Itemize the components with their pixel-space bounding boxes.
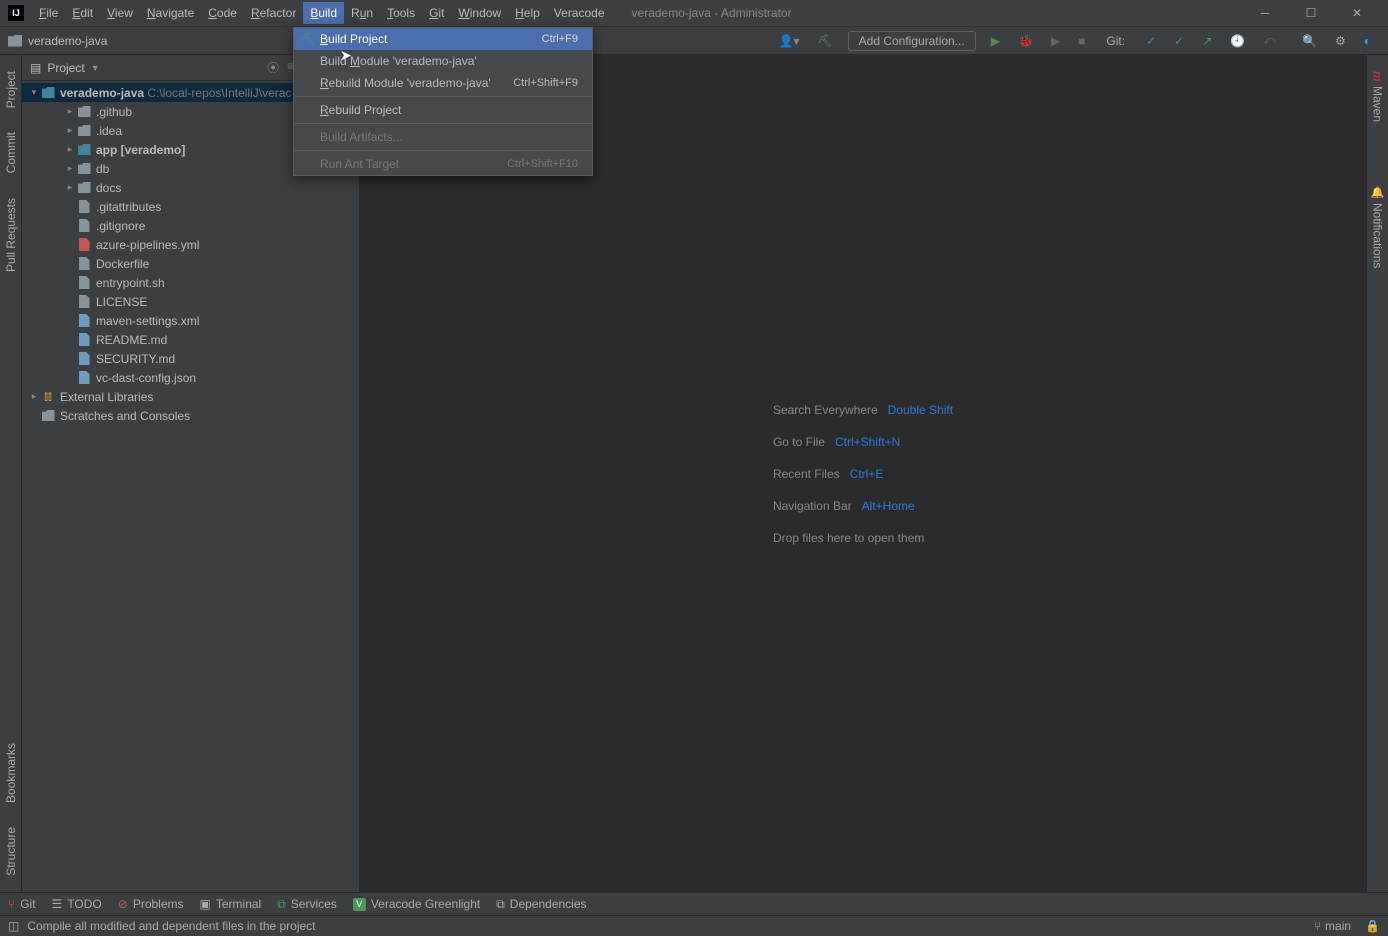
- tool-tab-todo[interactable]: ☰TODO: [52, 897, 102, 911]
- minimize-button[interactable]: ─: [1242, 0, 1288, 27]
- git-label: Git:: [1098, 31, 1133, 51]
- menu-item-rebuild-project[interactable]: Rebuild Project: [294, 99, 592, 121]
- tree-row[interactable]: vc-dast-config.json: [22, 368, 359, 387]
- stop-button[interactable]: ■: [1070, 31, 1093, 51]
- gutter-tab-notifications[interactable]: 🔔 Notifications: [1369, 178, 1387, 277]
- window-controls: ─ ☐ ✕: [1242, 0, 1380, 27]
- project-tree[interactable]: ▾verademo-java C:\local-repos\IntelliJ\v…: [22, 81, 359, 892]
- menu-help[interactable]: Help: [508, 2, 547, 24]
- tree-row[interactable]: Scratches and Consoles: [22, 406, 359, 425]
- tree-row[interactable]: LICENSE: [22, 292, 359, 311]
- right-gutter: m Maven 🔔 Notifications: [1366, 55, 1388, 892]
- tree-row[interactable]: .gitattributes: [22, 197, 359, 216]
- tree-row[interactable]: entrypoint.sh: [22, 273, 359, 292]
- project-panel-title[interactable]: ▤ Project ▼: [30, 61, 100, 75]
- status-window-icon[interactable]: ◫: [8, 919, 19, 933]
- editor-hint: Drop files here to open them: [773, 531, 953, 545]
- titlebar: IJ FileEditViewNavigateCodeRefactorBuild…: [0, 0, 1388, 27]
- tool-tab-git[interactable]: ⑂Git: [8, 897, 36, 911]
- tool-tab-veracode-greenlight[interactable]: VVeracode Greenlight: [353, 897, 480, 911]
- tree-row[interactable]: .gitignore: [22, 216, 359, 235]
- tree-row[interactable]: Dockerfile: [22, 254, 359, 273]
- chevron-down-icon: ▼: [91, 63, 100, 73]
- lock-icon[interactable]: 🔒: [1365, 919, 1380, 933]
- build-menu-dropdown: ⛏Build ProjectCtrl+F9Build Module 'verad…: [293, 27, 593, 176]
- statusbar: ◫ Compile all modified and dependent fil…: [0, 915, 1388, 936]
- bottom-tool-tabs: ⑂Git ☰TODO ⊘Problems ▣Terminal ⧉Services…: [0, 892, 1388, 915]
- menu-item-build-module-verademo-java-[interactable]: Build Module 'verademo-java': [294, 50, 592, 72]
- menu-veracode[interactable]: Veracode: [547, 2, 612, 24]
- commit-button[interactable]: ✓: [1166, 31, 1192, 51]
- project-title-icon: ▤: [30, 61, 41, 75]
- menu-refactor[interactable]: Refactor: [244, 2, 303, 24]
- app-icon: IJ: [8, 5, 24, 21]
- code-with-me-button[interactable]: 👤▾: [770, 31, 807, 51]
- tool-tab-dependencies[interactable]: ⧉Dependencies: [496, 897, 586, 912]
- tree-row[interactable]: ▸⫾⫾External Libraries: [22, 387, 359, 406]
- menu-navigate[interactable]: Navigate: [140, 2, 201, 24]
- history-button[interactable]: 🕘: [1222, 31, 1253, 51]
- menu-item-rebuild-module-verademo-java-[interactable]: Rebuild Module 'verademo-java'Ctrl+Shift…: [294, 72, 592, 94]
- build-button[interactable]: ⛏: [809, 31, 840, 51]
- select-opened-file-button[interactable]: ⦿: [267, 59, 279, 76]
- tree-row[interactable]: ▸docs: [22, 178, 359, 197]
- tool-tab-services[interactable]: ⧉Services: [277, 897, 337, 912]
- menu-item-build-artifacts-: Build Artifacts...: [294, 126, 592, 148]
- settings-button[interactable]: ⚙: [1327, 31, 1354, 51]
- editor-area[interactable]: Search EverywhereDouble Shift Go to FileC…: [360, 55, 1366, 892]
- rollback-button[interactable]: ⤺: [1255, 30, 1284, 51]
- tree-row[interactable]: maven-settings.xml: [22, 311, 359, 330]
- editor-hints: Search EverywhereDouble Shift Go to FileC…: [773, 403, 953, 545]
- editor-hint: Navigation BarAlt+Home: [773, 499, 953, 513]
- update-project-button[interactable]: ✓: [1138, 31, 1164, 51]
- run-button[interactable]: ▶: [983, 31, 1008, 51]
- search-button[interactable]: 🔍: [1294, 31, 1325, 51]
- editor-hint: Search EverywhereDouble Shift: [773, 403, 953, 417]
- editor-hint: Recent FilesCtrl+E: [773, 467, 953, 481]
- menubar: FileEditViewNavigateCodeRefactorBuildRun…: [32, 2, 612, 24]
- project-panel: ▤ Project ▼ ⦿ ≡ ⊟ ⚙ — ▾verademo-java C:\…: [22, 55, 360, 892]
- branch-icon: ⑂: [1314, 919, 1321, 933]
- menu-code[interactable]: Code: [201, 2, 244, 24]
- gutter-tab-bookmarks[interactable]: Bookmarks: [2, 735, 20, 811]
- menu-tools[interactable]: Tools: [380, 2, 422, 24]
- tool-tab-terminal[interactable]: ▣Terminal: [200, 897, 262, 911]
- editor-hint: Go to FileCtrl+Shift+N: [773, 435, 953, 449]
- run-configuration-select[interactable]: Add Configuration...: [848, 31, 976, 51]
- menu-git[interactable]: Git: [422, 2, 451, 24]
- window-title: verademo-java - Administrator: [612, 6, 1242, 20]
- menu-run[interactable]: Run: [344, 2, 380, 24]
- menu-edit[interactable]: Edit: [65, 2, 100, 24]
- breadcrumb[interactable]: verademo-java: [8, 34, 107, 48]
- tool-tab-problems[interactable]: ⊘Problems: [118, 897, 184, 911]
- tree-row[interactable]: SECURITY.md: [22, 349, 359, 368]
- gutter-tab-structure[interactable]: Structure: [2, 819, 20, 884]
- menu-view[interactable]: View: [100, 2, 140, 24]
- gutter-tab-maven[interactable]: m Maven: [1369, 63, 1387, 130]
- veracode-button[interactable]: ◐: [1356, 31, 1379, 51]
- push-button[interactable]: ↗: [1194, 31, 1220, 51]
- folder-icon: [8, 35, 22, 47]
- menu-build[interactable]: Build: [303, 2, 344, 24]
- maximize-button[interactable]: ☐: [1288, 0, 1334, 27]
- tree-row[interactable]: README.md: [22, 330, 359, 349]
- menu-file[interactable]: File: [32, 2, 65, 24]
- git-branch-widget[interactable]: ⑂ main: [1314, 919, 1351, 933]
- debug-button[interactable]: 🐞: [1010, 31, 1041, 51]
- tree-row[interactable]: azure-pipelines.yml: [22, 235, 359, 254]
- main-area: Project Commit Pull Requests Bookmarks S…: [0, 55, 1388, 892]
- menu-window[interactable]: Window: [451, 2, 508, 24]
- breadcrumb-label: verademo-java: [28, 34, 107, 48]
- menu-item-build-project[interactable]: ⛏Build ProjectCtrl+F9: [294, 28, 592, 50]
- close-button[interactable]: ✕: [1334, 0, 1380, 27]
- coverage-button[interactable]: ▶: [1043, 31, 1068, 51]
- menu-item-run-ant-target: Run Ant TargetCtrl+Shift+F10: [294, 153, 592, 175]
- gutter-tab-pull-requests[interactable]: Pull Requests: [2, 190, 20, 280]
- left-gutter: Project Commit Pull Requests Bookmarks S…: [0, 55, 22, 892]
- status-message: Compile all modified and dependent files…: [27, 919, 315, 933]
- main-toolbar: verademo-java 👤▾ ⛏ Add Configuration... …: [0, 27, 1388, 55]
- gutter-tab-commit[interactable]: Commit: [2, 124, 20, 181]
- gutter-tab-project[interactable]: Project: [2, 63, 20, 116]
